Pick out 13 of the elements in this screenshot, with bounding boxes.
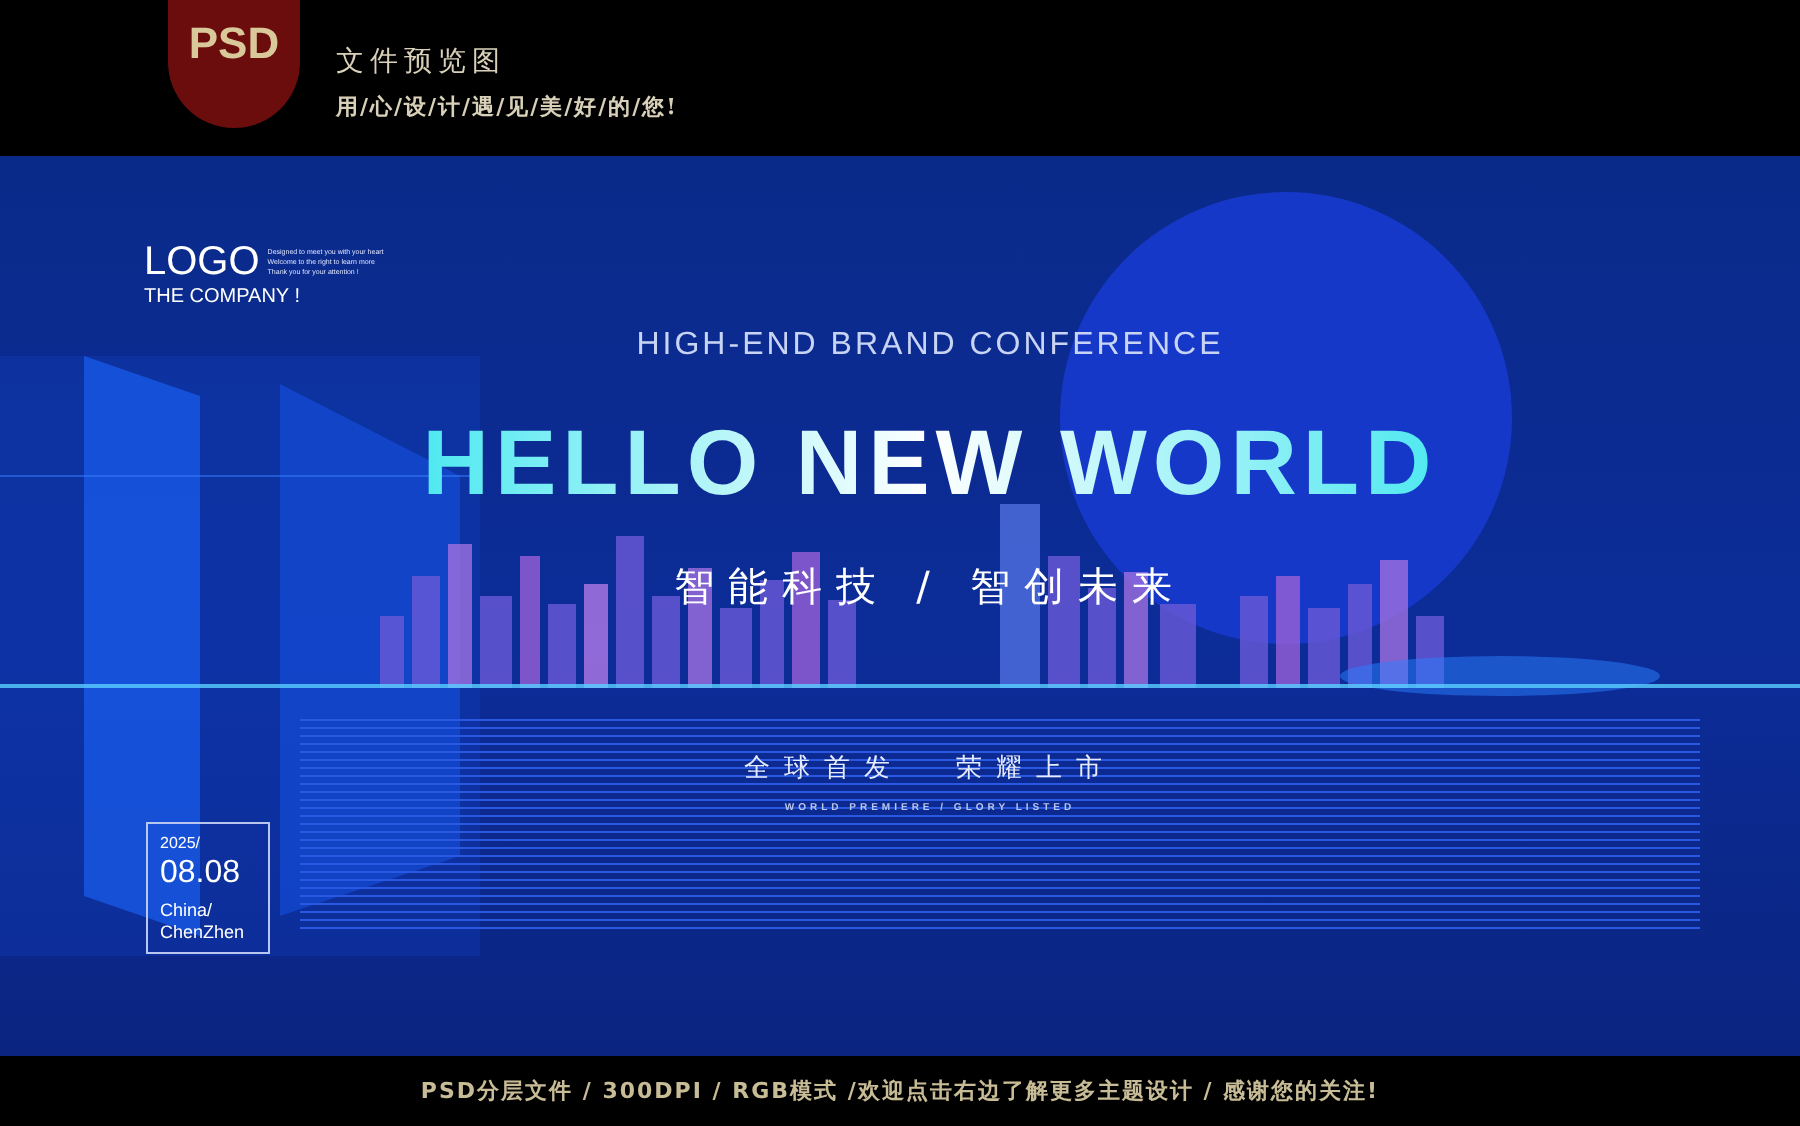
date-place: ChenZhen xyxy=(160,922,247,944)
preview-title: 文件预览图 xyxy=(336,44,508,80)
company-name: THE COMPANY ! xyxy=(144,286,302,308)
slogan: 用/心/设/计/遇/见/美/好/的/您! xyxy=(336,92,678,122)
date-year: 2025/ xyxy=(160,834,203,852)
tagline: 全球首发 xyxy=(744,752,904,786)
date-day: 08.08 xyxy=(160,856,256,892)
tagline: 荣耀上市 xyxy=(956,752,1116,786)
psd-badge: PSD xyxy=(168,0,300,128)
footer-note: PSD分层文件 / 300DPI / RGB模式 /欢迎点击右边了解更多主题设计 / 感谢您的关注! xyxy=(420,1076,1380,1106)
date-place: China/ xyxy=(160,900,215,922)
conference-kicker: HIGH-END BRAND CONFERENCE xyxy=(636,328,1224,364)
logo-mark: LOGO xyxy=(144,240,260,286)
